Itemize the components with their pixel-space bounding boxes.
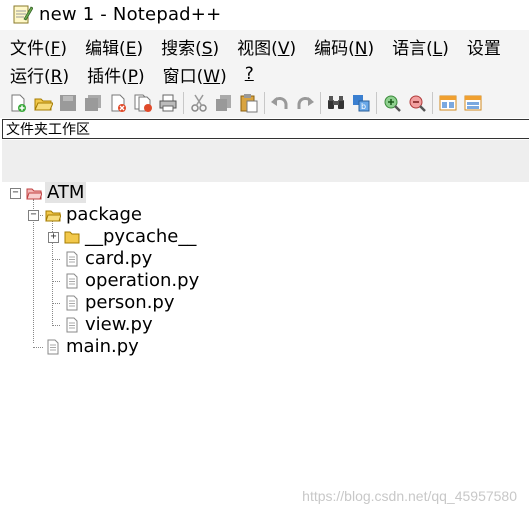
tree-node-label: card.py <box>85 248 153 269</box>
menu-settings[interactable]: 设置 <box>467 34 501 59</box>
menu-language[interactable]: 语言(L) <box>392 34 449 59</box>
tree-node-label: operation.py <box>85 270 200 291</box>
file-icon <box>64 317 80 333</box>
zoom-in-icon[interactable] <box>382 93 402 113</box>
collapse-toggle[interactable]: − <box>10 188 21 199</box>
collapse-toggle[interactable]: − <box>28 210 39 221</box>
toolbar-separator <box>376 92 377 114</box>
copy-icon[interactable] <box>214 93 234 113</box>
tree-node-label: view.py <box>85 314 153 335</box>
tree-node-label: package <box>66 204 142 225</box>
toolbar-separator <box>183 92 184 114</box>
toolbar-separator <box>264 92 265 114</box>
zoom-out-icon[interactable] <box>407 93 427 113</box>
tree-guide-line <box>52 325 60 326</box>
watermark: https://blog.csdn.net/qq_45957580 <box>302 488 517 504</box>
tree-node-label: main.py <box>66 336 139 357</box>
tree-node-file[interactable]: card.py <box>85 248 152 270</box>
close-all-icon[interactable] <box>133 93 153 113</box>
tree-node-root[interactable]: ATM <box>45 182 87 204</box>
panel-title: 文件夹工作区 <box>2 119 529 139</box>
tree-node-label: __pycache__ <box>85 226 197 247</box>
menu-plugins[interactable]: 插件(P) <box>87 62 145 87</box>
expand-toggle[interactable]: + <box>48 232 59 243</box>
save-icon[interactable] <box>58 93 78 113</box>
menu-bar: 文件(F) 编辑(E) 搜索(S) 视图(V) 编码(N) 语言(L) 设置 运… <box>0 30 529 88</box>
tree-node-main[interactable]: main.py <box>66 336 139 358</box>
tree-node-package[interactable]: package <box>66 204 142 226</box>
svg-text:b: b <box>361 102 366 111</box>
open-folder-icon <box>45 207 62 223</box>
replace-icon[interactable]: b <box>351 93 371 113</box>
toolbar-separator <box>432 92 433 114</box>
title-bar: new 1 - Notepad++ <box>0 0 529 28</box>
sync-horizontal-icon[interactable] <box>463 93 483 113</box>
paste-icon[interactable] <box>239 93 259 113</box>
save-all-icon[interactable] <box>83 93 103 113</box>
menu-edit[interactable]: 编辑(E) <box>85 34 143 59</box>
menu-view[interactable]: 视图(V) <box>237 34 296 59</box>
print-icon[interactable] <box>158 93 178 113</box>
undo-icon[interactable] <box>270 93 290 113</box>
folder-tree: − ATM − package + __pycache__ card.py op… <box>2 182 529 514</box>
window-title: new 1 - Notepad++ <box>39 3 222 25</box>
menu-search[interactable]: 搜索(S) <box>161 34 219 59</box>
file-icon <box>45 339 61 355</box>
sync-vertical-icon[interactable] <box>438 93 458 113</box>
tree-node-label: ATM <box>45 182 87 203</box>
tree-guide-line <box>52 303 60 304</box>
tree-node-file[interactable]: operation.py <box>85 270 199 292</box>
menu-row-1: 文件(F) 编辑(E) 搜索(S) 视图(V) 编码(N) 语言(L) 设置 <box>0 32 509 60</box>
folder-icon <box>64 229 80 245</box>
toolbar-separator <box>320 92 321 114</box>
tree-node-pycache[interactable]: __pycache__ <box>85 226 196 248</box>
tree-guide-line <box>52 281 60 282</box>
cut-icon[interactable] <box>189 93 209 113</box>
menu-encoding[interactable]: 编码(N) <box>314 34 374 59</box>
menu-file[interactable]: 文件(F) <box>10 34 67 59</box>
close-icon[interactable] <box>108 93 128 113</box>
redo-icon[interactable] <box>295 93 315 113</box>
open-folder-icon[interactable] <box>33 93 54 113</box>
tree-guide-line <box>52 259 60 260</box>
file-icon <box>64 273 80 289</box>
file-icon <box>64 295 80 311</box>
tree-node-file[interactable]: view.py <box>85 314 153 336</box>
file-icon <box>64 251 80 267</box>
tree-guide-line <box>33 347 43 348</box>
menu-window[interactable]: 窗口(W) <box>163 62 227 87</box>
panel-toolbar <box>2 140 529 182</box>
project-folder-icon <box>26 185 43 201</box>
menu-run[interactable]: 运行(R) <box>10 62 69 87</box>
find-icon[interactable] <box>326 93 346 113</box>
menu-help[interactable]: ? <box>245 64 254 84</box>
main-toolbar: b <box>0 88 529 118</box>
notepad-app-icon <box>11 3 34 25</box>
tree-node-label: person.py <box>85 292 175 313</box>
new-file-icon[interactable] <box>8 93 28 113</box>
tree-node-file[interactable]: person.py <box>85 292 175 314</box>
menu-row-2: 运行(R) 插件(P) 窗口(W) ? <box>0 60 262 88</box>
